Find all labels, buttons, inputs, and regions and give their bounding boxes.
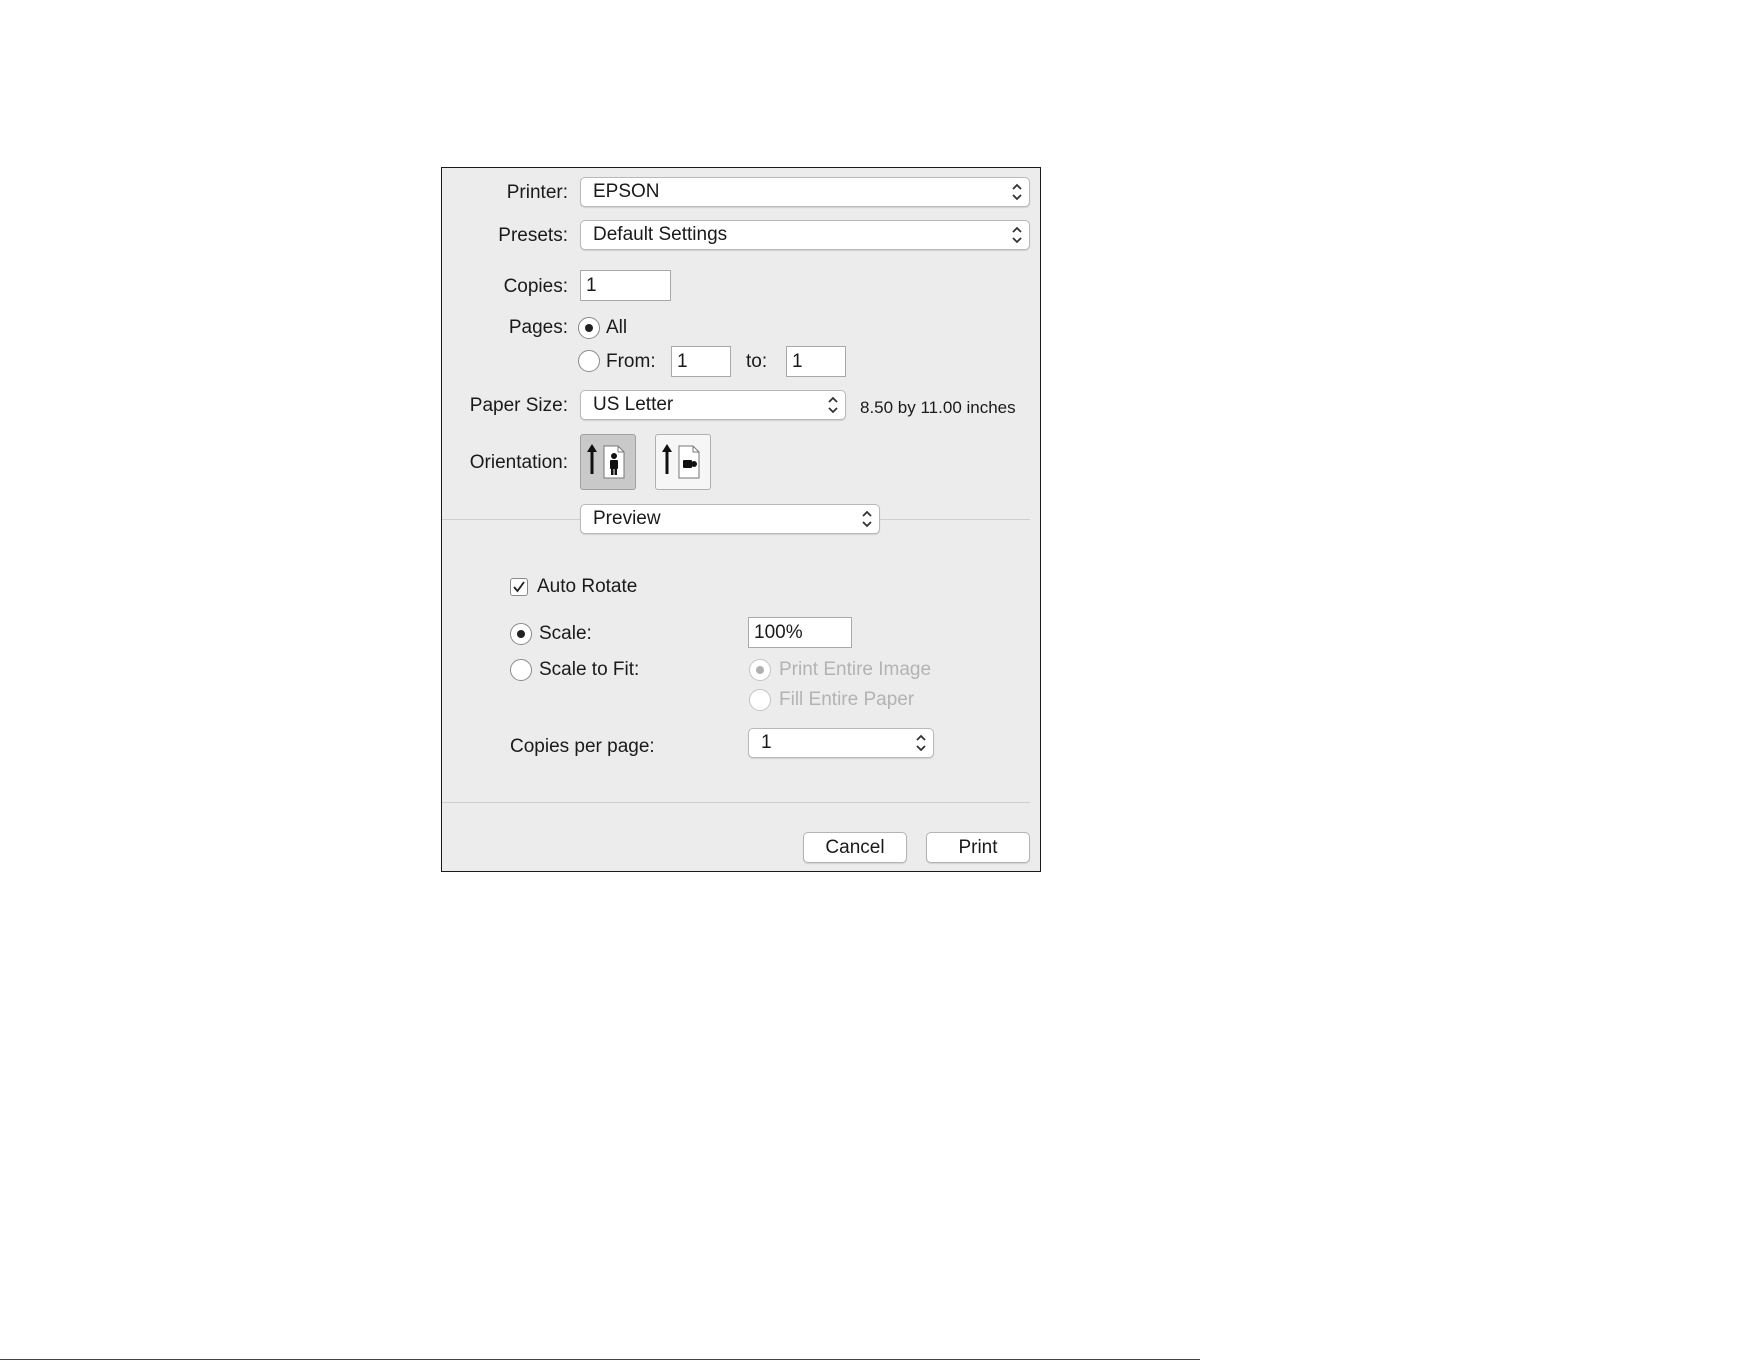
footer-separator [442,802,1030,803]
cancel-button[interactable]: Cancel [803,832,907,863]
updown-arrows-icon [1012,226,1022,244]
copies-field[interactable]: 1 [580,270,671,301]
landscape-orientation-button[interactable] [655,434,711,490]
auto-rotate-label: Auto Rotate [537,576,638,597]
pages-all-radio[interactable] [578,317,600,339]
presets-value: Default Settings [593,224,728,245]
paper-size-value: US Letter [593,394,674,415]
paper-size-label: Paper Size: [469,395,568,416]
scale-radio[interactable] [510,623,532,645]
paper-size-dimensions: 8.50 by 11.00 inches [860,398,1016,417]
print-entire-image-radio [749,659,771,681]
printer-popup[interactable]: EPSON [580,177,1030,207]
paper-size-popup[interactable]: US Letter [580,390,846,420]
pages-all-label: All [606,317,628,338]
portrait-orientation-button[interactable] [580,434,636,490]
scale-to-fit-radio[interactable] [510,659,532,681]
presets-popup[interactable]: Default Settings [580,220,1030,250]
printer-label: Printer: [506,182,568,203]
updown-arrows-icon [862,510,872,528]
pages-label: Pages: [508,317,568,338]
portrait-icon [587,444,625,479]
print-entire-image-label: Print Entire Image [779,659,932,680]
copies-per-page-value: 1 [761,732,772,753]
print-dialog: Printer: EPSON Presets: Default Settings… [441,167,1041,872]
printer-value: EPSON [593,181,660,202]
copies-per-page-popup[interactable]: 1 [748,728,934,758]
pages-to-label: to: [746,351,768,372]
scale-to-fit-label: Scale to Fit: [539,659,640,680]
section-value: Preview [593,508,661,529]
pages-from-radio[interactable] [578,350,600,372]
updown-arrows-icon [916,734,926,752]
landscape-icon [662,444,700,479]
presets-label: Presets: [498,225,568,246]
copies-per-page-label: Copies per page: [510,736,655,757]
updown-arrows-icon [828,396,838,414]
scale-field[interactable]: 100% [748,617,852,648]
pages-from-label: From: [606,351,656,372]
auto-rotate-checkbox[interactable] [510,578,528,596]
copies-label: Copies: [503,276,568,297]
page-bottom-rule [0,1359,1200,1360]
updown-arrows-icon [1012,183,1022,201]
checkmark-icon [513,581,525,593]
pages-to-field[interactable]: 1 [786,346,846,377]
orientation-label: Orientation: [469,452,568,473]
fill-entire-paper-label: Fill Entire Paper [779,689,915,710]
pages-from-field[interactable]: 1 [671,346,731,377]
section-popup[interactable]: Preview [580,504,880,534]
fill-entire-paper-radio [749,689,771,711]
print-button[interactable]: Print [926,832,1030,863]
scale-label: Scale: [539,623,592,644]
